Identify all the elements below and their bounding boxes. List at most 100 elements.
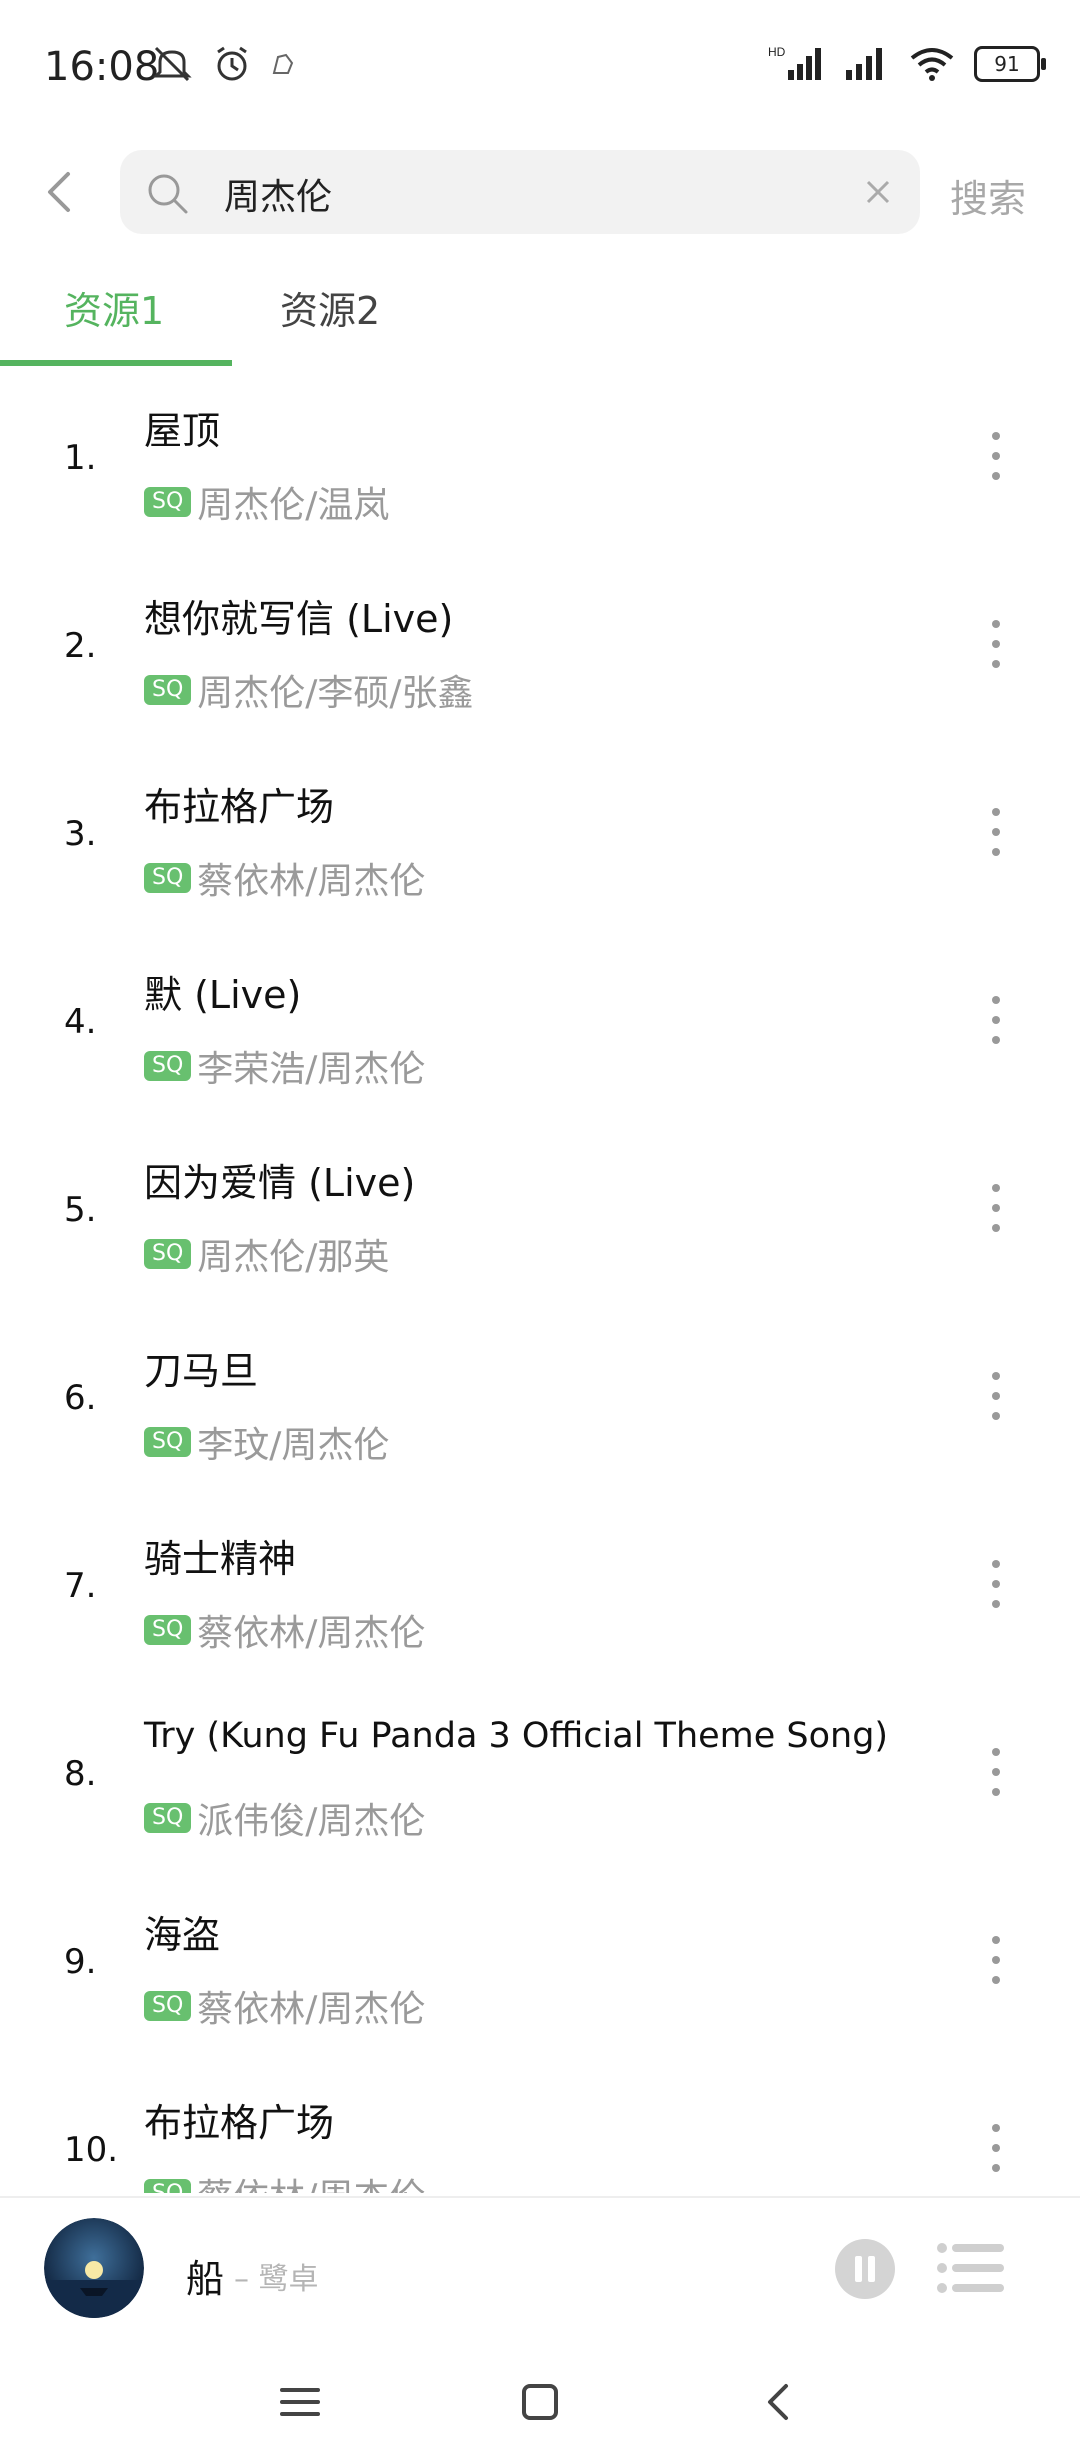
tab-source-1[interactable]: 资源1 [64, 280, 164, 335]
now-playing-title: 船 [186, 2257, 225, 2301]
song-index: 8. [64, 1754, 97, 1794]
song-artists: 李玟/周杰伦 [197, 1425, 390, 1466]
song-title: 骑士精神 [144, 1537, 297, 1581]
song-artists: 蔡依林/周杰伦 [197, 861, 426, 902]
tab-source-2[interactable]: 资源2 [280, 280, 380, 335]
playlist-icon[interactable] [936, 2238, 1006, 2298]
song-artists: 蔡依林/周杰伦 [197, 1613, 426, 1654]
clear-icon[interactable] [858, 172, 898, 212]
menu-icon[interactable] [270, 2372, 330, 2432]
sq-badge: SQ [144, 1051, 192, 1081]
sq-badge: SQ [144, 675, 192, 705]
song-artists: 周杰伦/那英 [197, 1237, 390, 1278]
song-meta: SQ 蔡依林/周杰伦 [144, 852, 425, 904]
mini-player[interactable]: 船 – 鹭卓 [0, 2198, 1080, 2348]
song-meta: SQ 蔡依林/周杰伦 [144, 1980, 425, 2032]
song-row[interactable]: 9. 海盗 SQ 蔡依林/周杰伦 [0, 1882, 1080, 2070]
sq-badge: SQ [144, 2179, 192, 2193]
song-title: 布拉格广场 [144, 785, 335, 829]
wifi-icon [910, 48, 954, 81]
song-row[interactable]: 5. 因为爱情 (Live) SQ 周杰伦/那英 [0, 1130, 1080, 1318]
song-title: 布拉格广场 [144, 2101, 335, 2145]
search-header: 周杰伦 搜索 [0, 140, 1080, 260]
search-input[interactable]: 周杰伦 [120, 150, 920, 234]
pause-icon[interactable] [834, 2238, 896, 2300]
song-row[interactable]: 7. 骑士精神 SQ 蔡依林/周杰伦 [0, 1506, 1080, 1694]
song-row[interactable]: 3. 布拉格广场 SQ 蔡依林/周杰伦 [0, 754, 1080, 942]
more-options-icon[interactable] [984, 1556, 1008, 1612]
song-meta: SQ 蔡依林/周杰伦 [144, 1604, 425, 1656]
song-row[interactable]: 2. 想你就写信 (Live) SQ 周杰伦/李硕/张鑫 [0, 566, 1080, 754]
song-artists: 李荣浩/周杰伦 [197, 1049, 426, 1090]
system-nav-bar [0, 2348, 1080, 2460]
album-art[interactable] [44, 2218, 144, 2318]
app-notification-icon [272, 53, 294, 74]
more-options-icon[interactable] [984, 1932, 1008, 1988]
song-index: 4. [64, 1002, 97, 1042]
song-meta: SQ 蔡依林/周杰伦 [144, 2168, 425, 2193]
alarm-icon [217, 46, 247, 81]
song-artists: 蔡依林/周杰伦 [197, 1989, 426, 2030]
more-options-icon[interactable] [984, 428, 1008, 484]
search-results-list: 1. 屋顶 SQ 周杰伦/温岚 2. 想你就写信 (Live) SQ 周杰伦/李… [0, 378, 1080, 2193]
more-options-icon[interactable] [984, 992, 1008, 1048]
song-index: 6. [64, 1378, 97, 1418]
song-index: 10. [64, 2130, 119, 2170]
status-time: 16:08 [44, 44, 160, 90]
more-options-icon[interactable] [984, 804, 1008, 860]
mute-bell-icon [152, 46, 192, 82]
song-artists: 周杰伦/温岚 [197, 485, 390, 526]
song-artists: 蔡依林/周杰伦 [197, 2168, 425, 2193]
more-options-icon[interactable] [984, 616, 1008, 672]
status-icons-left [150, 44, 296, 84]
song-title: 刀马旦 [144, 1349, 259, 1393]
more-options-icon[interactable] [984, 1368, 1008, 1424]
nav-back-icon[interactable] [750, 2372, 810, 2432]
search-icon [148, 174, 188, 214]
song-row[interactable]: 8. Try (Kung Fu Panda 3 Official Theme S… [0, 1694, 1080, 1882]
active-tab-indicator [0, 360, 232, 366]
song-index: 3. [64, 814, 97, 854]
song-title: 海盗 [144, 1913, 221, 1957]
song-row[interactable]: 4. 默 (Live) SQ 李荣浩/周杰伦 [0, 942, 1080, 1130]
source-tabs: 资源1 资源2 [0, 260, 1080, 368]
sq-badge: SQ [144, 1615, 192, 1645]
more-options-icon[interactable] [984, 2120, 1008, 2176]
sq-badge: SQ [144, 1239, 192, 1269]
sq-badge: SQ [144, 1991, 192, 2021]
song-row[interactable]: 1. 屋顶 SQ 周杰伦/温岚 [0, 378, 1080, 566]
song-title: 因为爱情 (Live) [144, 1161, 416, 1205]
svg-text:HD: HD [768, 45, 786, 59]
song-index: 2. [64, 626, 97, 666]
home-icon[interactable] [510, 2372, 570, 2432]
back-arrow-icon[interactable] [34, 166, 86, 218]
song-meta: SQ 派伟俊/周杰伦 [144, 1792, 425, 1844]
status-icons-right: HD 91 [768, 44, 1046, 84]
song-meta: SQ 周杰伦/温岚 [144, 476, 389, 528]
song-row[interactable]: 10. 布拉格广场 SQ 蔡依林/周杰伦 [0, 2070, 1080, 2193]
sq-badge: SQ [144, 1803, 192, 1833]
more-options-icon[interactable] [984, 1180, 1008, 1236]
song-meta: SQ 周杰伦/李硕/张鑫 [144, 664, 474, 716]
sq-badge: SQ [144, 1427, 192, 1457]
search-query[interactable]: 周杰伦 [224, 168, 332, 220]
song-meta: SQ 李玟/周杰伦 [144, 1416, 389, 1468]
song-row[interactable]: 6. 刀马旦 SQ 李玟/周杰伦 [0, 1318, 1080, 1506]
signal-icon [846, 48, 882, 80]
battery-level: 91 [994, 52, 1020, 76]
song-title: 屋顶 [144, 409, 221, 453]
now-playing-artist: – 鹭卓 [234, 2262, 319, 2297]
song-artists: 周杰伦/李硕/张鑫 [197, 673, 474, 714]
song-title: Try (Kung Fu Panda 3 Official Theme Song… [144, 1716, 889, 1756]
song-index: 5. [64, 1190, 97, 1230]
song-index: 7. [64, 1566, 97, 1606]
signal-hd-icon: HD [768, 45, 821, 80]
sq-badge: SQ [144, 863, 192, 893]
sq-badge: SQ [144, 487, 192, 517]
status-bar: 16:08 HD 91 [0, 0, 1080, 140]
search-button[interactable]: 搜索 [950, 168, 1026, 223]
song-index: 1. [64, 438, 97, 478]
song-title: 默 (Live) [144, 973, 302, 1017]
battery-icon: 91 [974, 46, 1046, 82]
more-options-icon[interactable] [984, 1744, 1008, 1800]
